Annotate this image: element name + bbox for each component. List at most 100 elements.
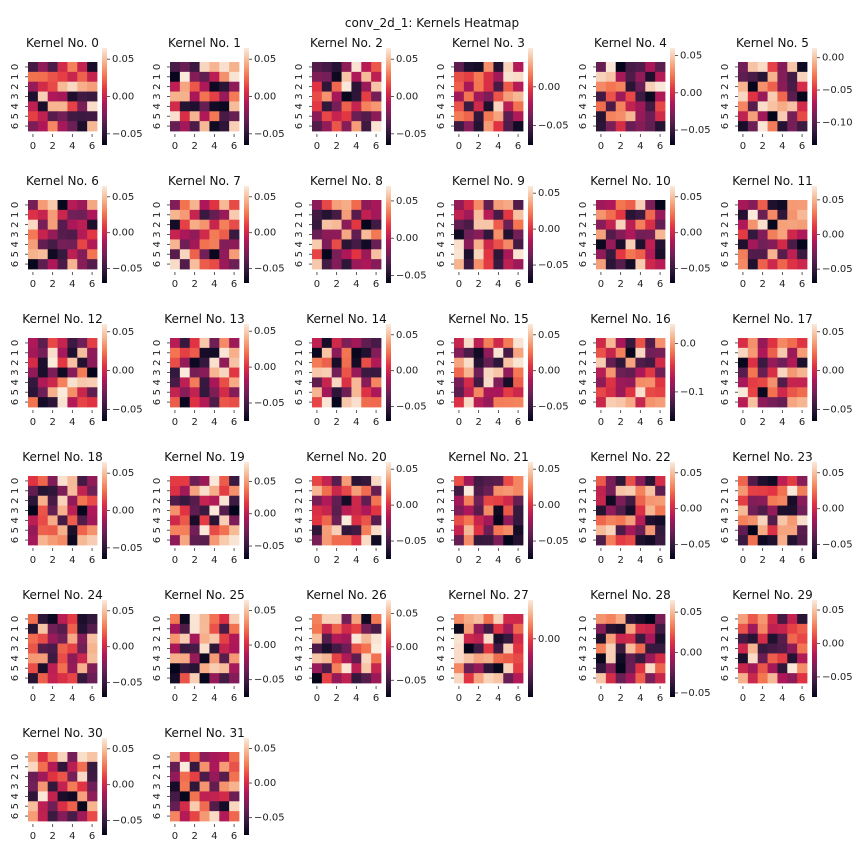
heatmap-cell	[77, 81, 88, 92]
heatmap-cell	[47, 347, 58, 359]
heatmap-cell	[351, 643, 362, 654]
heatmap-cell	[787, 338, 798, 349]
y-tick-label: 6	[152, 813, 163, 819]
heatmap-cell	[219, 811, 230, 822]
heatmap-cell	[67, 771, 78, 782]
y-tick-label: 0	[436, 64, 447, 70]
heatmap-cell	[454, 397, 465, 408]
heatmap-cell	[605, 62, 617, 73]
heatmap-cell	[179, 229, 191, 240]
heatmap-cell	[371, 249, 382, 260]
heatmap-cell	[331, 219, 342, 230]
heatmap-cell	[757, 101, 768, 112]
heatmap-cell	[473, 653, 484, 664]
heatmap-cell	[47, 476, 58, 487]
y-tick-label: 6	[152, 123, 163, 129]
heatmap-cell	[321, 347, 333, 359]
heatmap-cell	[229, 643, 240, 654]
heatmap-cell	[321, 101, 333, 112]
heatmap-cell	[321, 239, 333, 250]
heatmap-cell	[483, 347, 494, 359]
colorbar-tick-label: 0.05	[396, 196, 418, 207]
heatmap-cell	[341, 338, 352, 349]
heatmap-cell	[67, 62, 78, 73]
colorbar-tick-label: 0.05	[254, 605, 276, 616]
heatmap-cell	[77, 367, 88, 378]
heatmap-cell	[67, 673, 78, 684]
heatmap-cell	[463, 111, 475, 122]
heatmap-cell	[454, 338, 465, 349]
y-tick-label: 4	[10, 793, 21, 799]
heatmap-cell	[341, 71, 352, 83]
heatmap-cell	[229, 623, 240, 635]
heatmap-cell	[229, 801, 240, 812]
y-tick-label: 0	[720, 202, 731, 208]
y-tick-label: 1	[720, 212, 731, 218]
heatmap-cell	[454, 495, 465, 506]
colorbar	[386, 48, 391, 145]
heatmap-cell	[209, 397, 220, 408]
heatmap-cell	[463, 643, 475, 654]
kernel-title: Kernel No. 2	[310, 36, 383, 50]
heatmap-cell	[341, 62, 352, 73]
heatmap-cell	[463, 633, 475, 644]
heatmap-cell	[28, 229, 39, 240]
y-tick-label: 5	[152, 665, 163, 671]
heatmap-cell	[179, 338, 191, 349]
x-tick-label: 6	[231, 417, 237, 428]
x-tick-label: 4	[69, 279, 75, 290]
heatmap-cell	[493, 525, 504, 536]
heatmap-cell	[797, 219, 808, 230]
heatmap-cell	[787, 121, 798, 132]
x-tick-label: 2	[191, 693, 197, 704]
heatmap-cell	[625, 515, 636, 526]
heatmap-cell	[767, 357, 778, 368]
heatmap-cell	[321, 209, 333, 221]
x-tick-label: 6	[515, 141, 521, 152]
heatmap-cell	[189, 347, 200, 359]
heatmap-cell	[179, 505, 191, 516]
heatmap-cell	[331, 515, 342, 526]
y-tick-label: 4	[436, 517, 447, 523]
colorbar-tick-label: 0.00	[254, 778, 276, 789]
heatmap-cell	[645, 505, 656, 516]
x-tick-label: 6	[89, 141, 95, 152]
heatmap-cell	[219, 781, 230, 792]
heatmap-cell	[199, 219, 210, 230]
heatmap-cell	[738, 81, 749, 92]
heatmap-cell	[170, 505, 181, 516]
heatmap-cell	[341, 200, 352, 211]
heatmap-cell	[57, 752, 68, 763]
heatmap-cell	[361, 377, 372, 388]
colorbar	[812, 48, 817, 145]
colorbar-tick-label: 0.00	[254, 92, 276, 103]
x-tick-label: 6	[657, 279, 663, 290]
heatmap-cell	[47, 771, 58, 782]
heatmap-cell	[351, 357, 362, 368]
heatmap-cell	[625, 505, 636, 516]
kernel-title: Kernel No. 12	[22, 312, 103, 326]
colorbar	[386, 600, 391, 697]
heatmap-cell	[209, 623, 220, 635]
heatmap-cell	[47, 535, 58, 546]
heatmap-cell	[596, 239, 607, 250]
heatmap-cell	[209, 653, 220, 664]
heatmap-cell	[454, 367, 465, 378]
heatmap-cell	[503, 209, 514, 221]
heatmap-cell	[37, 801, 49, 812]
heatmap-cell	[635, 485, 646, 497]
heatmap-cell	[483, 121, 494, 132]
heatmap-cell	[625, 338, 636, 349]
heatmap-cell	[493, 71, 504, 83]
heatmap-cell	[503, 259, 514, 270]
colorbar-tick-label: −0.10	[822, 117, 853, 128]
heatmap-cell	[463, 71, 475, 83]
heatmap-cell	[787, 239, 798, 250]
heatmap-cell	[655, 633, 666, 644]
heatmap-cell	[483, 387, 494, 398]
y-tick-label: 0	[436, 616, 447, 622]
colorbar-tick-label: 0.05	[112, 192, 134, 203]
heatmap-cell	[625, 495, 636, 506]
colorbar-tick-label: 0.05	[254, 743, 276, 754]
heatmap-cell	[513, 643, 524, 654]
